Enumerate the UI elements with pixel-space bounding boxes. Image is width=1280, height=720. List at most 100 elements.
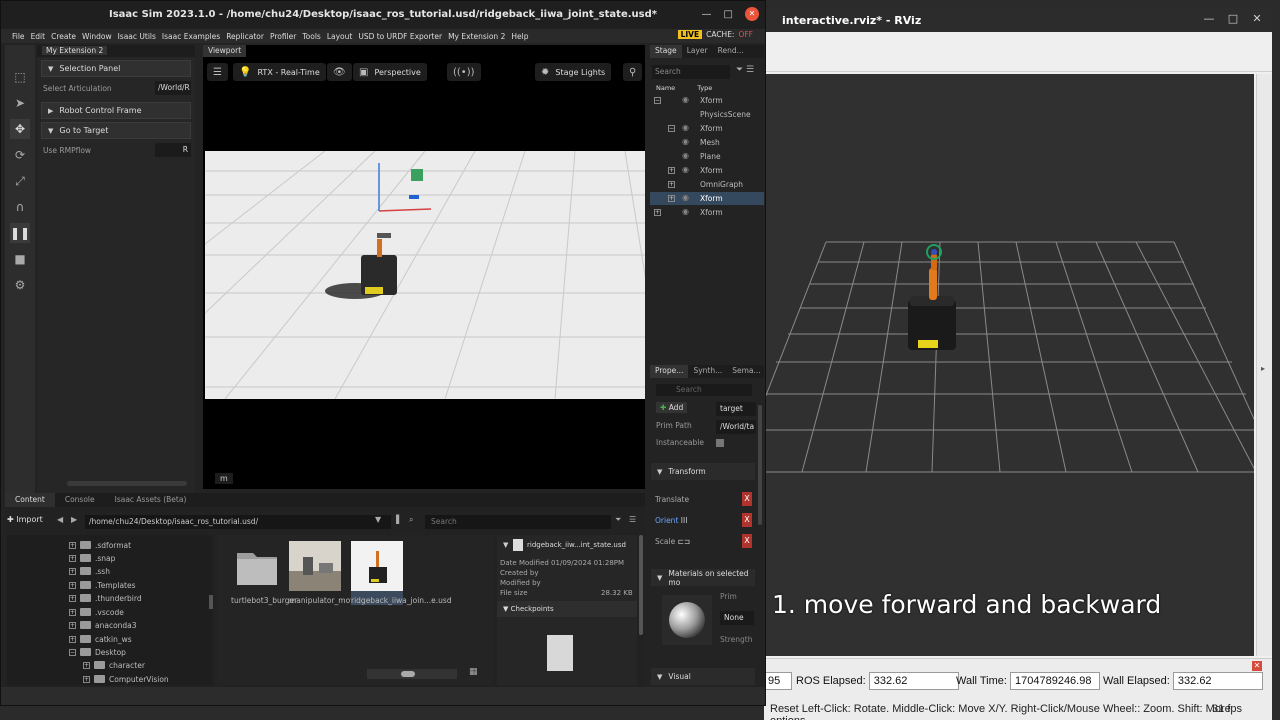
details-collapse-icon[interactable]: ▼ [503, 541, 508, 549]
select-articulation-dropdown[interactable]: /World/R [155, 81, 191, 95]
collapse-icon[interactable]: − [668, 125, 675, 132]
wall-time-field[interactable]: 1704789246.98 [1010, 672, 1100, 690]
tab-viewport[interactable]: Viewport [203, 45, 247, 57]
orient-x-field[interactable]: X [742, 513, 752, 527]
prim-path-field[interactable]: /World/ta [716, 420, 756, 434]
tab-console[interactable]: Console [55, 493, 105, 507]
eye-icon[interactable]: ◉ [682, 207, 689, 216]
menu-replicator[interactable]: Replicator [226, 32, 264, 41]
menu-my-extension-2[interactable]: My Extension 2 [448, 32, 505, 41]
tab-isaac-assets[interactable]: Isaac Assets (Beta) [105, 493, 197, 507]
eye-icon[interactable]: ◉ [682, 137, 689, 146]
path-field[interactable]: /home/chu24/Desktop/isaac_ros_tutorial.u… [85, 515, 391, 529]
orient-mode-icon[interactable]: III [681, 516, 688, 525]
tree-scrollbar[interactable] [209, 595, 213, 609]
close-icon[interactable]: ✕ [1250, 12, 1264, 25]
menu-profiler[interactable]: Profiler [270, 32, 296, 41]
stage-row[interactable]: − ◉ Xform [650, 94, 764, 107]
eye-icon[interactable]: ◉ [682, 165, 689, 174]
live-badge[interactable]: LIVE [677, 30, 703, 39]
close-icon[interactable]: ✕ [745, 7, 759, 21]
audio-button[interactable]: ((•)) [447, 63, 481, 81]
stage-row[interactable]: − ◉ Xform [650, 122, 764, 135]
menu-window[interactable]: Window [82, 32, 112, 41]
forward-icon[interactable]: ▶ [71, 515, 77, 524]
settings-icon[interactable]: ⚙ [10, 275, 30, 295]
menu-isaac-examples[interactable]: Isaac Examples [162, 32, 220, 41]
visual-header[interactable]: ▼ Visual [651, 668, 755, 685]
tab-content[interactable]: Content [5, 493, 55, 507]
collapse-icon[interactable]: − [654, 97, 661, 104]
menu-isaac-utils[interactable]: Isaac Utils [118, 32, 156, 41]
tab-stage[interactable]: Stage [650, 45, 682, 58]
tab-synthetic[interactable]: Synth... [688, 365, 727, 378]
grid-view-icon[interactable]: ▦ [469, 667, 478, 677]
cursor-icon[interactable]: ➤ [10, 93, 30, 113]
filter-icon[interactable]: ⏷ [615, 515, 621, 525]
options-icon[interactable]: ☰ [629, 515, 636, 524]
move-icon[interactable]: ✥ [10, 119, 30, 139]
stop-icon[interactable]: ■ [10, 249, 30, 269]
tree-item[interactable]: + anaconda3 [69, 619, 137, 631]
stage-search-input[interactable]: Search [652, 65, 730, 79]
scale-icon[interactable]: ⤢ [10, 171, 30, 191]
rviz-3d-view[interactable] [766, 74, 1254, 656]
viewport-units-badge[interactable]: m [215, 473, 233, 484]
filter-icon[interactable]: ⏷ ☰ [736, 65, 754, 75]
horizontal-scrollbar[interactable] [67, 481, 187, 486]
tree-item[interactable]: + catkin_ws [69, 633, 132, 645]
prim-name-field[interactable]: target [716, 402, 756, 416]
ros-elapsed-field[interactable]: 332.62 [868, 672, 959, 690]
stage-row[interactable]: + OmniGraph [650, 178, 764, 191]
snap-icon[interactable]: ∩ [10, 197, 30, 217]
rotate-icon[interactable]: ⟳ [10, 145, 30, 165]
viewport-scene[interactable] [205, 151, 645, 399]
select-mode-icon[interactable]: ⬚ [10, 67, 30, 87]
translate-x-field[interactable]: X [742, 492, 752, 506]
expand-icon[interactable]: + [668, 195, 675, 202]
use-rmpflow-button[interactable]: R [155, 143, 191, 157]
file-card[interactable]: manipulator_moveit.usd [289, 541, 380, 605]
tab-layer[interactable]: Layer [682, 45, 713, 58]
pause-icon[interactable]: ❚❚ [10, 223, 30, 243]
selection-panel-header[interactable]: ▼ Selection Panel [41, 60, 191, 77]
eye-icon[interactable]: ◉ [682, 193, 689, 202]
import-button[interactable]: ✚ Import [7, 515, 43, 524]
robot-control-frame-header[interactable]: ▶ Robot Control Frame [41, 102, 191, 119]
stage-row[interactable]: ◉ Plane [650, 150, 764, 163]
expand-icon[interactable]: + [668, 167, 675, 174]
ros-time-field[interactable]: 95 [764, 672, 792, 690]
back-icon[interactable]: ◀ [57, 515, 63, 524]
path-dropdown-icon[interactable]: ▼ [375, 515, 381, 524]
tree-item[interactable]: + character [83, 659, 145, 671]
stage-row[interactable]: ◉ Mesh [650, 136, 764, 149]
tree-item[interactable]: + .snap [69, 552, 115, 564]
tree-item[interactable]: + .vscode [69, 606, 124, 618]
eye-icon[interactable]: ◉ [682, 123, 689, 132]
stage-row[interactable]: + ◉ Xform [650, 206, 764, 219]
menu-tools[interactable]: Tools [302, 32, 320, 41]
visibility-button[interactable]: 👁 [327, 63, 352, 81]
tree-item[interactable]: − Desktop [69, 646, 126, 658]
minimize-icon[interactable]: — [1202, 12, 1216, 25]
eye-icon[interactable]: ◉ [682, 95, 689, 104]
tree-item[interactable]: + .Templates [69, 579, 136, 591]
instanceable-checkbox[interactable] [716, 439, 724, 447]
eye-icon[interactable]: ◉ [682, 151, 689, 160]
stage-lights-button[interactable]: ✹ Stage Lights [535, 63, 612, 81]
tree-item[interactable]: + .sdformat [69, 539, 131, 551]
file-card-selected[interactable]: ridgeback_iiwa_join...e.usd [351, 541, 452, 605]
time-panel-close-icon[interactable]: ✕ [1252, 661, 1262, 671]
material-dropdown[interactable]: None [720, 611, 754, 625]
menu-file[interactable]: File [12, 32, 25, 41]
menu-usd-to-urdf[interactable]: USD to URDF Exporter [358, 32, 442, 41]
tab-semantics[interactable]: Sema... [727, 365, 765, 378]
transform-header[interactable]: ▼ Transform [651, 463, 755, 480]
add-button[interactable]: ✚ Add [656, 402, 688, 413]
properties-scrollbar[interactable] [758, 405, 762, 525]
render-mode-button[interactable]: 💡 RTX - Real-Time [233, 63, 326, 81]
expand-icon[interactable]: + [668, 181, 675, 188]
location-button[interactable]: ⚲ [623, 63, 643, 81]
file-card[interactable]: turtlebot3_burger [231, 541, 297, 605]
stage-col-type[interactable]: Type [697, 84, 712, 92]
